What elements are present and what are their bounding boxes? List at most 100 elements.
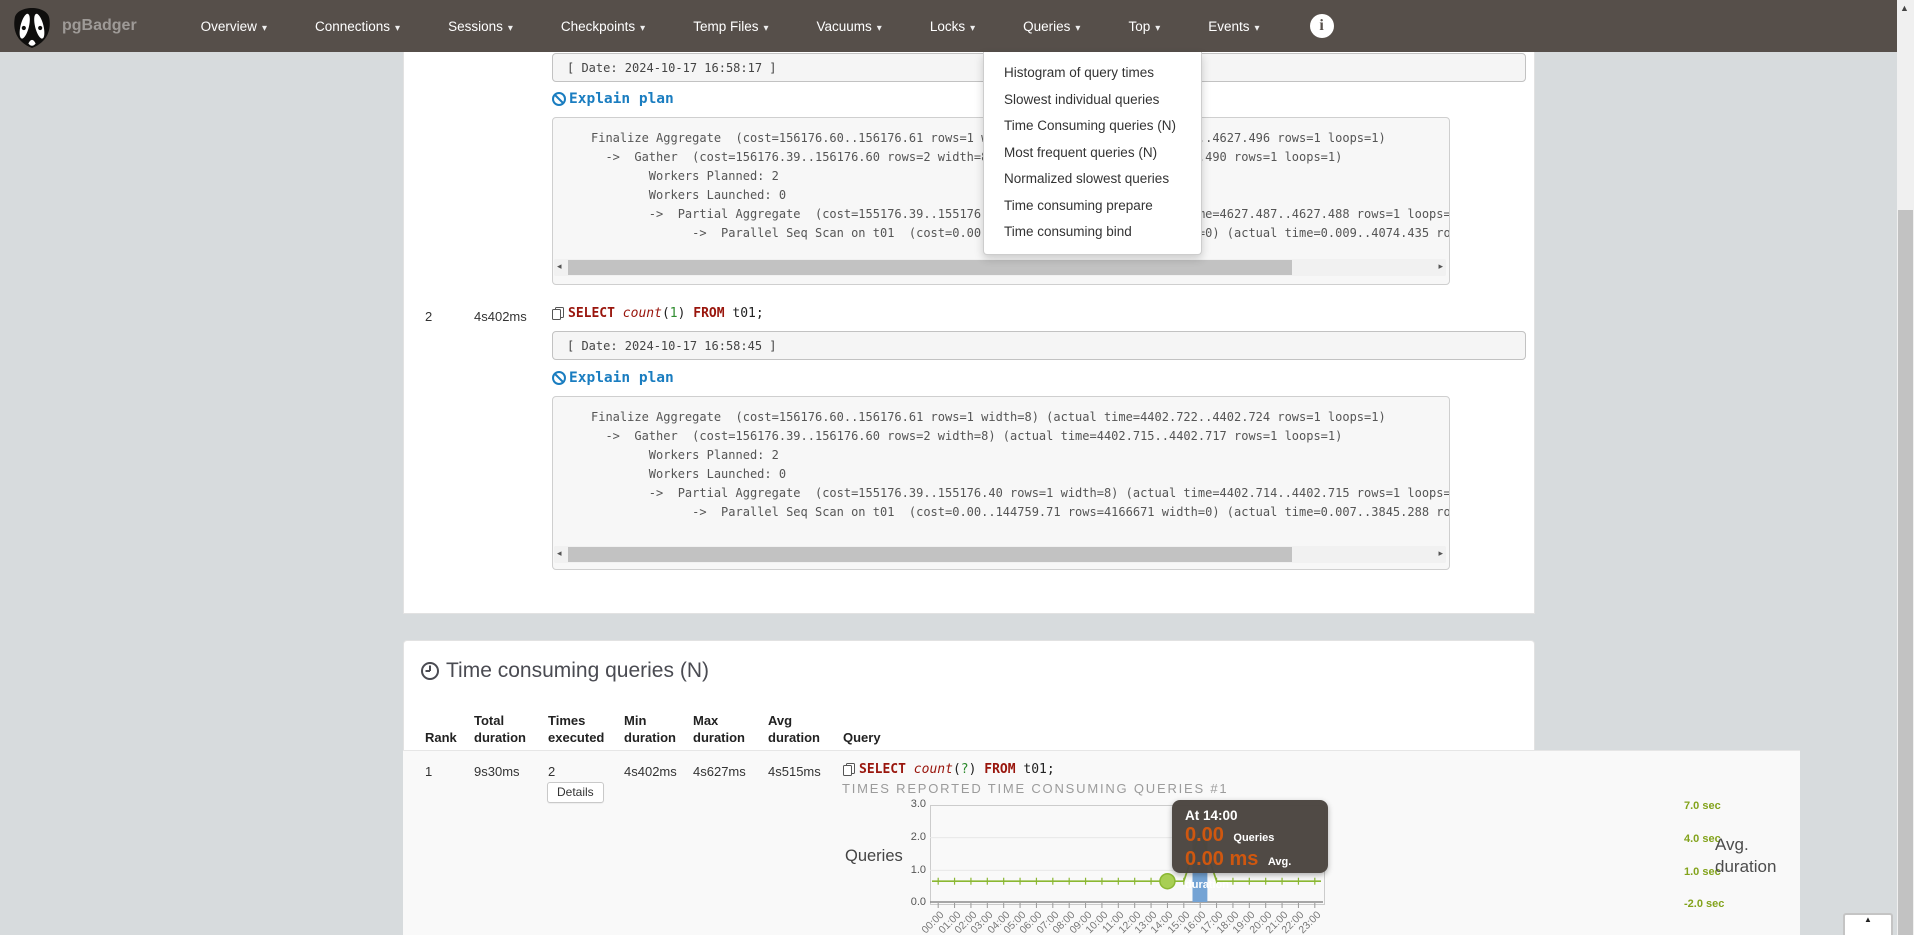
menu-item-slowest-individual-queries[interactable]: Slowest individual queries (984, 87, 1201, 114)
chevron-down-icon: ▾ (508, 23, 513, 34)
menu-item-histogram-of-query-times[interactable]: Histogram of query times (984, 60, 1201, 87)
row-avg-duration: 4s515ms (768, 764, 821, 779)
pgbadger-report-page: pgBadger Overview▾Connections▾Sessions▾C… (0, 0, 1914, 935)
query2-sql-text: SELECT count(1) FROM t01; (568, 306, 764, 321)
row-sql-text: SELECT count(?) FROM t01; (859, 762, 1055, 777)
query2-sql: SELECT count(1) FROM t01; (551, 306, 764, 321)
scroll-right-icon[interactable]: ▸ (1438, 548, 1443, 559)
nav-item-label: Locks (930, 19, 965, 34)
tooltip-queries-label: Queries (1233, 832, 1274, 844)
query2-explain-link[interactable]: Explain plan (551, 370, 674, 386)
left-axis-tick: 3.0 (892, 798, 926, 810)
hover-point (1160, 874, 1175, 889)
navbar: pgBadger Overview▾Connections▾Sessions▾C… (0, 0, 1897, 52)
tooltip-queries-value: 0.00 (1185, 824, 1224, 846)
column-header-duration: Minduration (624, 706, 676, 746)
nav-item-label: Sessions (448, 19, 503, 34)
row-max-duration: 4s627ms (693, 764, 746, 779)
column-header-duration: Avgduration (768, 706, 820, 746)
circle-slash-icon (551, 91, 567, 107)
query2-date: [ Date: 2024-10-17 16:58:45 ] (567, 339, 777, 353)
nav-menu: Overview▾Connections▾Sessions▾Checkpoint… (177, 19, 1284, 34)
tooltip-duration-value: 0.00 ms (1185, 848, 1258, 870)
menu-item-time-consuming-bind[interactable]: Time consuming bind (984, 219, 1201, 246)
copy-icon[interactable] (551, 306, 565, 321)
query1-explain-link[interactable]: Explain plan (551, 91, 674, 107)
copy-icon[interactable] (842, 762, 856, 777)
query2-date-box: [ Date: 2024-10-17 16:58:45 ] (552, 331, 1526, 360)
scroll-to-top-button[interactable]: ▲ (1843, 913, 1893, 935)
row-rank: 1 (425, 764, 432, 779)
scroll-right-icon[interactable]: ▸ (1438, 261, 1443, 272)
right-axis-tick: 7.0 sec (1684, 800, 1721, 812)
nav-item-events[interactable]: Events ▾ (1184, 19, 1283, 34)
menu-item-time-consuming-queries-n-[interactable]: Time Consuming queries (N) (984, 113, 1201, 140)
nav-item-connections[interactable]: Connections ▾ (291, 19, 424, 34)
chart-title: TIMES REPORTED TIME CONSUMING QUERIES #1 (842, 781, 1228, 796)
column-header-executed: Timesexecuted (548, 706, 604, 746)
scroll-left-icon[interactable]: ◂ (557, 261, 562, 272)
left-axis-tick: 0.0 (892, 896, 926, 908)
nav-item-label: Queries (1023, 19, 1070, 34)
right-axis-tick: -2.0 sec (1684, 898, 1724, 910)
hscroll-thumb[interactable] (568, 547, 1292, 562)
menu-item-most-frequent-queries-n-[interactable]: Most frequent queries (N) (984, 140, 1201, 167)
row-min-duration: 4s402ms (624, 764, 677, 779)
nav-item-top[interactable]: Top ▾ (1104, 19, 1184, 34)
nav-item-label: Overview (201, 19, 257, 34)
nav-item-sessions[interactable]: Sessions ▾ (424, 19, 537, 34)
query1-date: [ Date: 2024-10-17 16:58:17 ] (567, 61, 777, 75)
query2-explain-plan-block: Finalize Aggregate (cost=156176.60..1561… (552, 396, 1450, 570)
section-header: Time consuming queries (N) (420, 659, 709, 683)
details-button[interactable]: Details (547, 782, 604, 803)
query2-rank: 2 (425, 309, 432, 324)
tooltip-time: At 14:00 (1185, 808, 1328, 823)
pgbadger-logo-icon (12, 6, 52, 50)
nav-item-checkpoints[interactable]: Checkpoints▾ (537, 19, 669, 34)
column-header-duration: Totalduration (474, 706, 526, 746)
chevron-down-icon: ▾ (1155, 23, 1160, 34)
chevron-down-icon: ▾ (395, 23, 400, 34)
row-times-executed: 2 (548, 764, 555, 779)
left-axis-tick: 2.0 (892, 831, 926, 843)
chart-right-axis-label: Avg. duration (1715, 834, 1776, 878)
chevron-down-icon: ▾ (1255, 23, 1260, 34)
page-vertical-scrollbar[interactable]: ▲ (1897, 0, 1914, 935)
info-icon[interactable]: i (1310, 14, 1334, 38)
section-title: Time consuming queries (N) (446, 659, 709, 683)
menu-item-normalized-slowest-queries[interactable]: Normalized slowest queries (984, 166, 1201, 193)
column-header-query: Query (843, 706, 881, 746)
query2-duration: 4s402ms (474, 309, 527, 324)
menu-item-time-consuming-prepare[interactable]: Time consuming prepare (984, 193, 1201, 220)
clock-icon (420, 661, 440, 681)
nav-item-label: Temp Files (693, 19, 758, 34)
nav-item-label: Connections (315, 19, 390, 34)
scroll-left-icon[interactable]: ◂ (557, 548, 562, 559)
query2-plan-hscrollbar[interactable]: ◂ ▸ (554, 546, 1446, 563)
nav-item-label: Events (1208, 19, 1249, 34)
nav-item-temp-files[interactable]: Temp Files ▾ (669, 19, 792, 34)
explain-plan-label: Explain plan (569, 370, 674, 386)
circle-slash-icon (551, 370, 567, 386)
chevron-down-icon: ▾ (640, 23, 645, 34)
column-header-duration: Maxduration (693, 706, 745, 746)
scroll-up-icon[interactable]: ▲ (1900, 3, 1909, 13)
explain-plan-label: Explain plan (569, 91, 674, 107)
nav-item-label: Top (1128, 19, 1150, 34)
brand-title: pgBadger (62, 17, 137, 35)
row-query-sql: SELECT count(?) FROM t01; (842, 762, 1055, 777)
chevron-down-icon: ▾ (262, 23, 267, 34)
vscroll-thumb[interactable] (1898, 210, 1913, 935)
chart-tooltip: At 14:00 0.00 Queries 0.00 ms Avg. durat… (1172, 800, 1328, 873)
nav-item-queries[interactable]: Queries▾ (999, 19, 1104, 34)
nav-item-label: Vacuums (817, 19, 872, 34)
chevron-down-icon: ▾ (970, 23, 975, 34)
nav-item-vacuums[interactable]: Vacuums▾ (793, 19, 906, 34)
column-header-rank: Rank (425, 706, 457, 746)
nav-item-overview[interactable]: Overview ▾ (177, 19, 291, 34)
chevron-down-icon: ▾ (763, 23, 768, 34)
nav-item-locks[interactable]: Locks ▾ (906, 19, 999, 34)
left-axis-tick: 1.0 (892, 864, 926, 876)
query1-plan-hscrollbar[interactable]: ◂ ▸ (554, 259, 1446, 276)
hscroll-thumb[interactable] (568, 260, 1292, 275)
